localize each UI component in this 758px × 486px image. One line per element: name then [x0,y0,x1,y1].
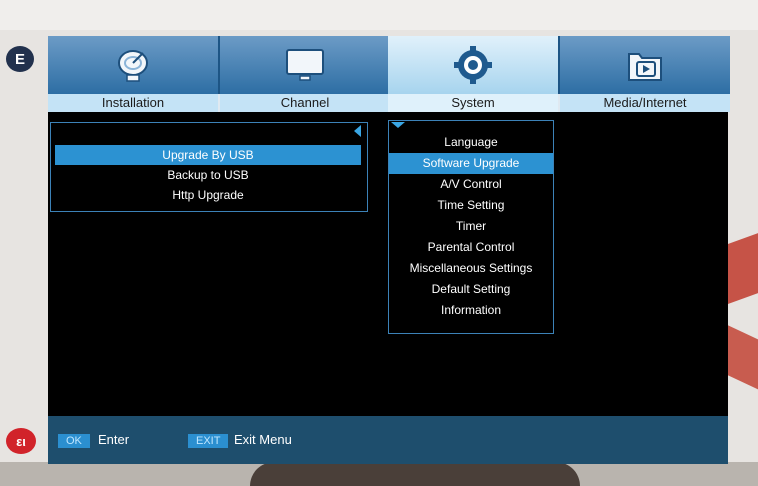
menu-window: Installation Channel System Media/Intern… [48,36,730,464]
menu-item-software-upgrade[interactable]: Software Upgrade [389,153,553,174]
exit-key-badge[interactable]: EXIT [188,434,229,448]
arrow-down-icon [391,122,405,128]
channel-logo-top: E [6,46,34,72]
tab-label: Channel [220,94,390,112]
submenu-panel: Upgrade By USB Backup to USB Http Upgrad… [50,122,368,212]
gear-icon [454,46,492,84]
menu-item-time-setting[interactable]: Time Setting [389,195,553,216]
background-tv-scene [0,0,758,30]
tab-installation[interactable]: Installation [48,36,218,112]
background-person [250,462,580,486]
tab-label: Installation [48,94,218,112]
menu-item-av-control[interactable]: A/V Control [389,174,553,195]
menu-item-default-setting[interactable]: Default Setting [389,279,553,300]
menu-item-information[interactable]: Information [389,300,553,321]
menu-item-timer[interactable]: Timer [389,216,553,237]
menu-item-miscellaneous-settings[interactable]: Miscellaneous Settings [389,258,553,279]
menu-item-parental-control[interactable]: Parental Control [389,237,553,258]
ok-key-label: Enter [98,432,130,447]
tab-bar: Installation Channel System Media/Intern… [48,36,730,112]
tab-media-internet[interactable]: Media/Internet [560,36,730,112]
exit-key-label: Exit Menu [234,432,292,447]
background-scene-bottom [0,462,758,486]
submenu-list: Upgrade By USB Backup to USB Http Upgrad… [55,145,361,205]
ok-key-badge[interactable]: OK [58,434,90,448]
channel-logo-bottom: ει [6,428,36,454]
satellite-dish-icon [118,50,148,82]
system-menu-panel: Language Software Upgrade A/V Control Ti… [388,120,554,334]
tab-system[interactable]: System [388,36,558,112]
menu-item-backup-to-usb[interactable]: Backup to USB [55,165,361,185]
arrow-left-icon [354,125,361,137]
tab-channel[interactable]: Channel [220,36,390,112]
media-folder-icon [628,53,662,81]
help-bar: OK Enter EXIT Exit Menu [48,416,728,464]
tv-monitor-icon [286,49,324,81]
tab-label: Media/Internet [560,94,730,112]
tab-label: System [388,94,558,112]
system-menu-list: Language Software Upgrade A/V Control Ti… [389,132,553,321]
menu-item-upgrade-by-usb[interactable]: Upgrade By USB [55,145,361,165]
menu-item-http-upgrade[interactable]: Http Upgrade [55,185,361,205]
menu-item-language[interactable]: Language [389,132,553,153]
